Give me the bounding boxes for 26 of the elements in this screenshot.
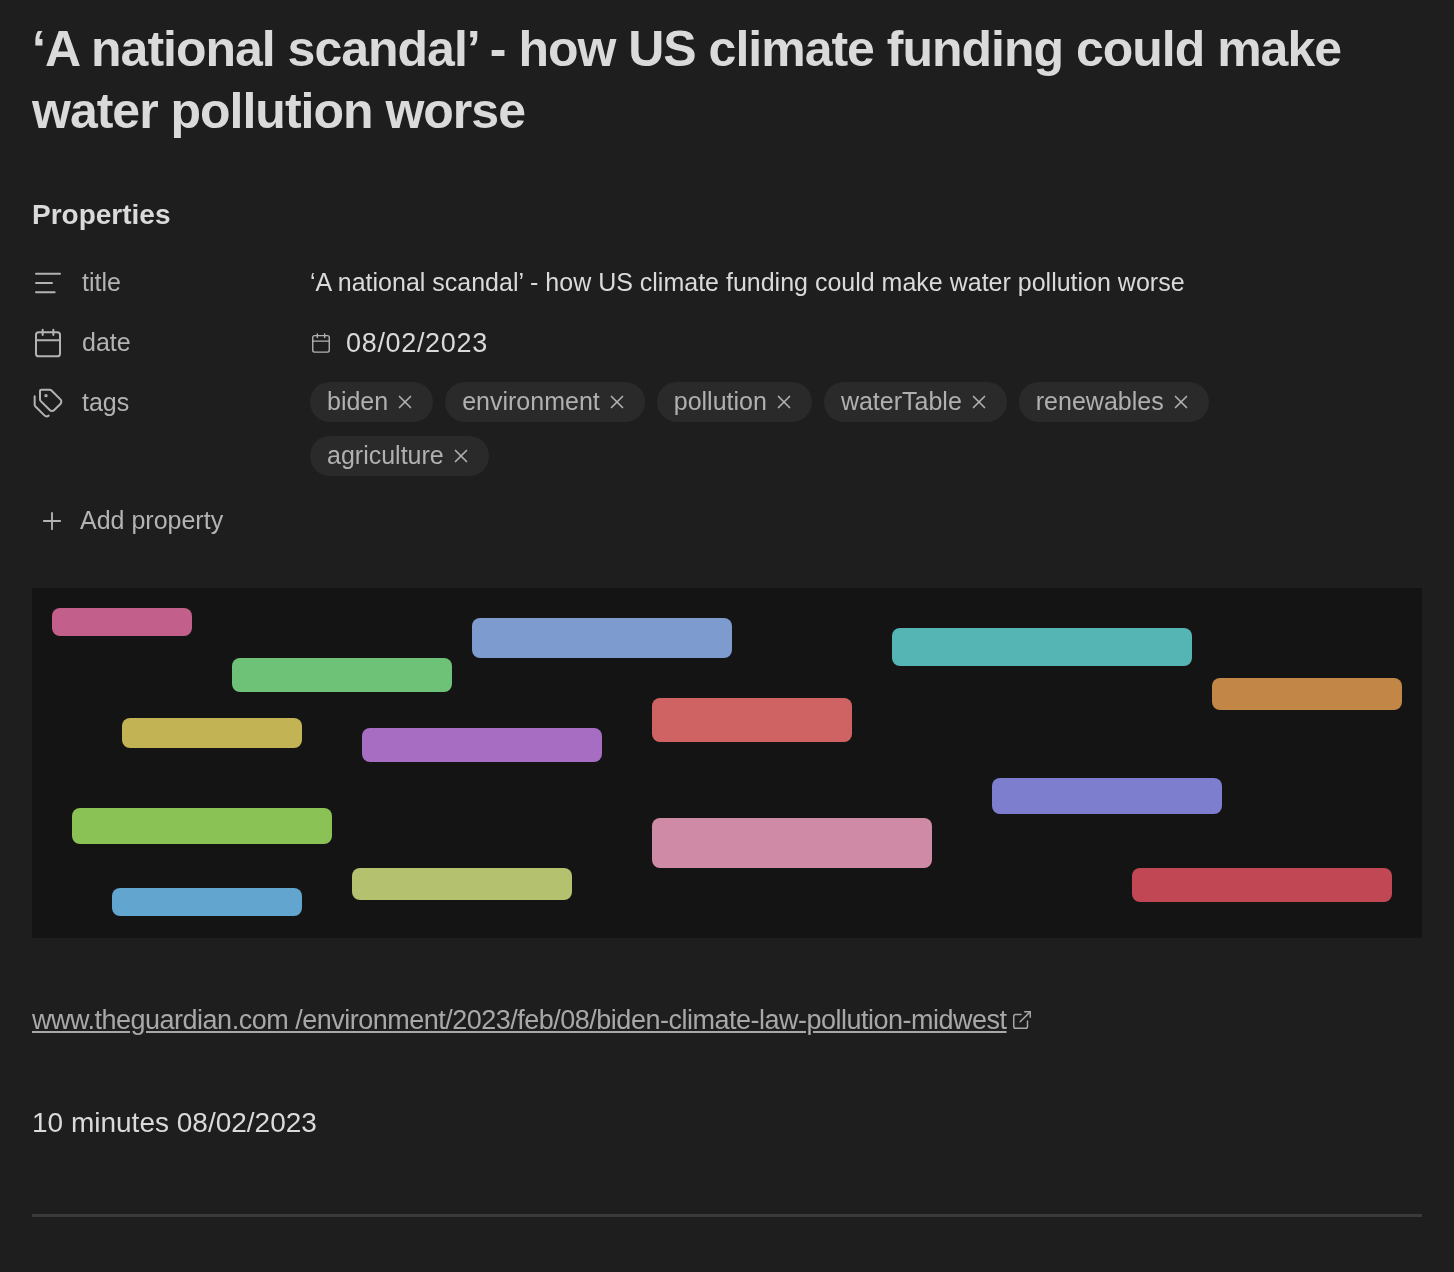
note-title: ‘A national scandal’ - how US climate funding could make water pollution worse (32, 20, 1343, 141)
properties-heading: Properties (32, 198, 172, 232)
reading-time: 10 minutes 08/02/2023 (32, 1106, 318, 1140)
tag-chip[interactable]: environment (445, 382, 645, 422)
property-value[interactable]: ‘A national scandal’ - how US climate funding could make water pollution worse (310, 264, 1185, 302)
tags-icon (32, 387, 64, 419)
calendar-icon (32, 327, 64, 359)
tag-chip[interactable]: biden (310, 382, 434, 422)
tag-label: renewables (1035, 386, 1164, 418)
date-value[interactable]: 08/02/2023 (346, 322, 488, 364)
tag-label: waterTable (840, 386, 962, 418)
tag-chip[interactable]: renewables (1018, 382, 1209, 422)
tag-label: environment (462, 386, 600, 418)
tag-chip[interactable]: waterTable (823, 382, 1007, 422)
property-label[interactable]: tags (82, 384, 130, 422)
add-property-button[interactable]: Add property (38, 502, 224, 540)
property-label[interactable]: date (82, 324, 131, 362)
tag-label: pollution (673, 386, 767, 418)
calendar-icon (310, 332, 332, 354)
external-link-icon (1010, 1008, 1033, 1031)
tag-label: biden (327, 386, 389, 418)
tag-label: agriculture (327, 440, 444, 472)
tag-chip[interactable]: pollution (656, 382, 812, 422)
property-label[interactable]: title (82, 264, 121, 302)
tag-chip[interactable]: agriculture (310, 436, 489, 476)
source-link[interactable]: www.theguardian.com /environment/2023/feb/08/biden-climate-law-pollution-midwest (32, 999, 1007, 1040)
